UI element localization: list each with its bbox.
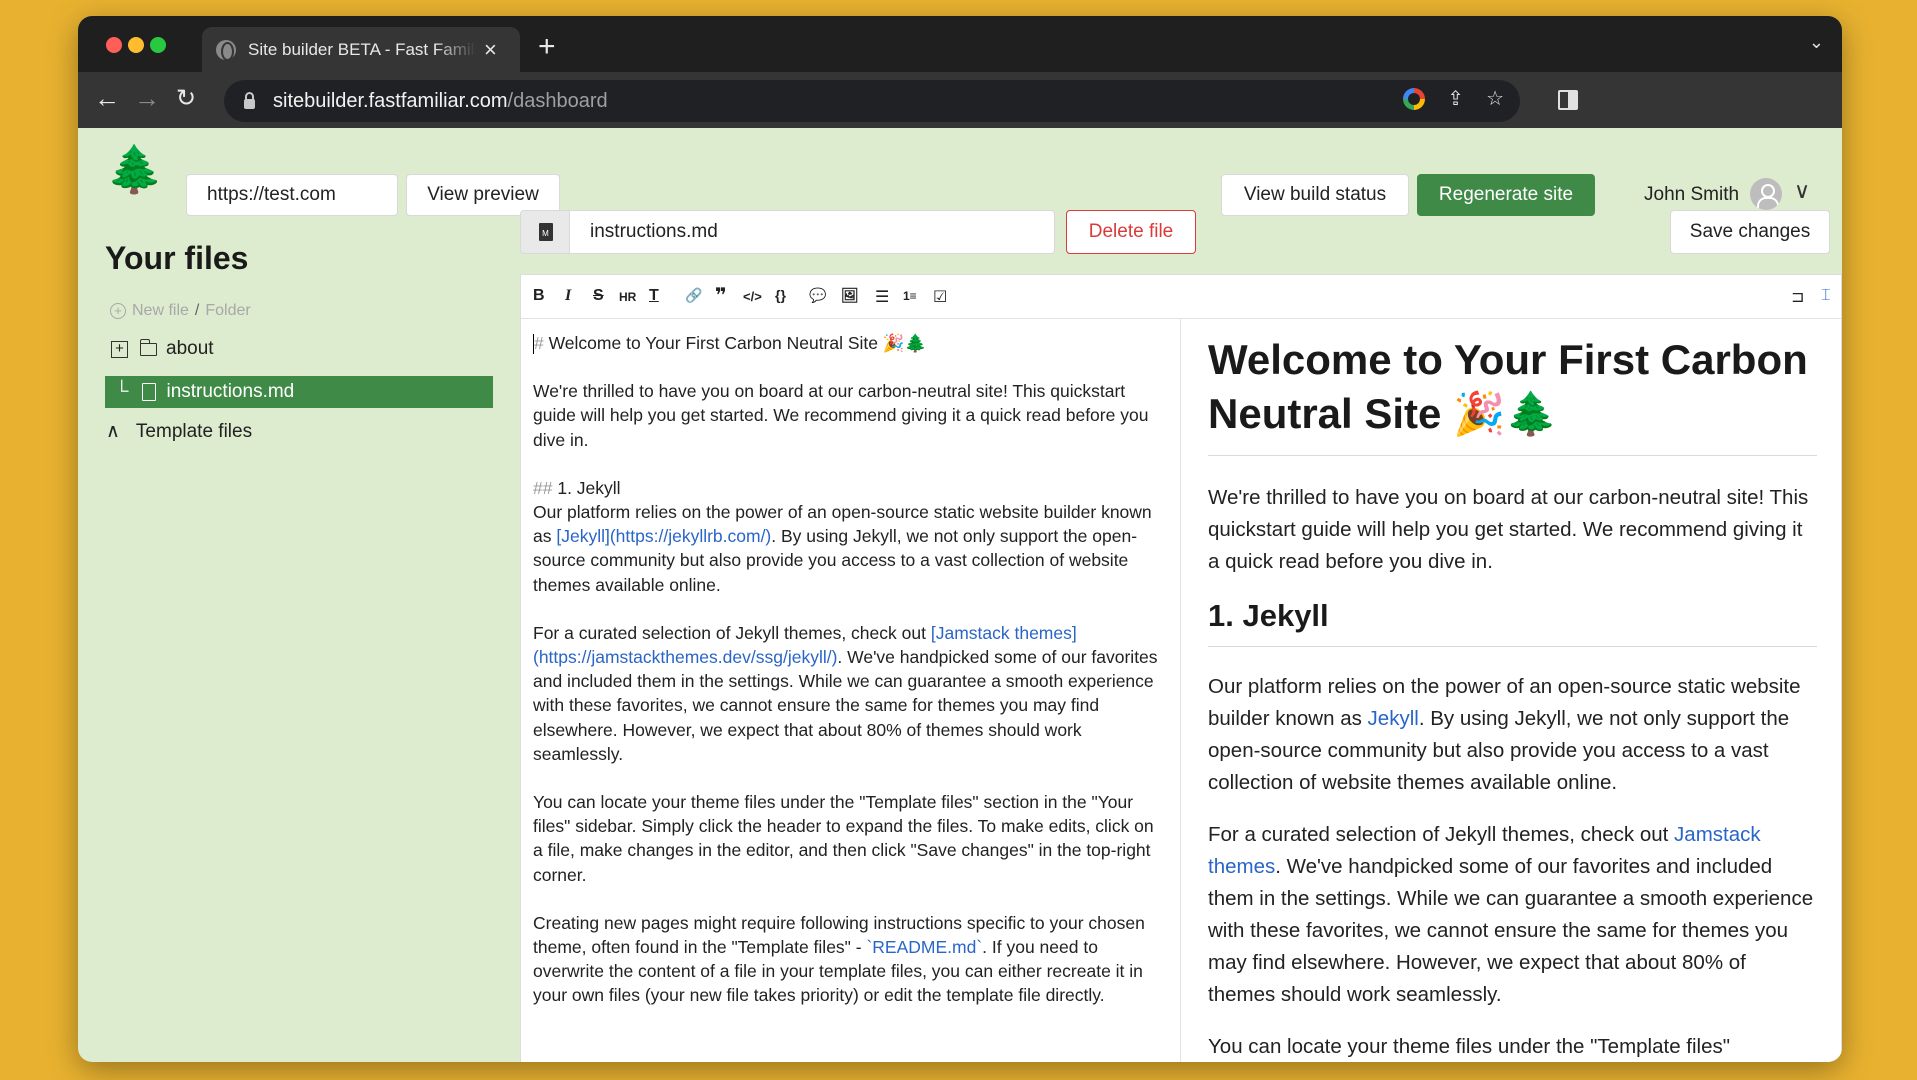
template-files-header[interactable]: ∧ Template files [106,420,252,443]
preview-text: For a curated selection of Jekyll themes… [1208,823,1669,846]
folder-icon [139,338,157,356]
bold-icon[interactable]: B [533,287,545,305]
markdown-file-icon: M [520,210,570,254]
tree-logo: 🌲 [106,143,164,195]
tree-branch-line: └ [115,381,129,402]
md-paragraph: Creating new pages might require followi… [533,911,1168,1008]
maximize-window-button[interactable] [150,37,166,53]
code-block-icon[interactable]: {} [775,287,786,303]
chevron-down-icon[interactable]: ∨ [1794,178,1810,204]
table-icon[interactable]: T [649,287,659,305]
view-build-status-button[interactable]: View build status [1221,174,1409,216]
preview-paragraph: Our platform relies on the power of an o… [1208,671,1817,799]
chevron-down-icon[interactable]: ⌄ [1809,32,1824,53]
lock-icon [244,91,255,109]
url-path: /dashboard [507,89,608,112]
expand-icon[interactable]: + [111,340,128,358]
horizontal-rule-icon[interactable]: HR [619,290,636,304]
site-url-field[interactable]: https://test.com [186,174,398,216]
avatar[interactable] [1750,178,1782,210]
side-panel-icon[interactable] [1558,90,1578,110]
new-file-link[interactable]: New file [132,302,189,320]
separator-slash: / [194,302,200,319]
url-host: sitebuilder.fastfamiliar.com [273,89,508,112]
chevron-up-icon: ∧ [106,421,120,442]
google-icon[interactable] [1403,88,1426,110]
task-list-icon[interactable]: ☑ [933,287,947,307]
editor-toolbar: B I S HR T 🔗 ❞ </> {} 💬 🖼 ☰ 1≡ ☑ ⊐ ⌶ ⊏ [521,275,1841,319]
md-heading-line: # Welcome to Your First Carbon Neutral S… [533,333,927,355]
preview-text: . We've handpicked some of our favorites… [1208,855,1814,1006]
md-paragraph: For a curated selection of Jekyll themes… [533,621,1168,766]
forward-arrow-icon[interactable]: → [134,85,160,111]
globe-icon [216,39,236,61]
share-icon[interactable]: ⇪ [1447,89,1464,109]
add-circle-icon: + [110,303,126,319]
preview-subheading: 1. Jekyll [1208,598,1817,647]
md-h2-mark: ## [533,477,553,498]
minimize-window-button[interactable] [128,37,144,53]
md-code: `README.md` [866,937,983,958]
tab-bar: Site builder BETA - Fast Familiar × + ⌄ [78,16,1842,72]
jekyll-link[interactable]: Jekyll [1368,707,1419,730]
quote-icon[interactable]: ❞ [715,283,727,308]
regenerate-site-button[interactable]: Regenerate site [1417,174,1595,216]
strikethrough-icon[interactable]: S [593,287,604,305]
close-tab-icon[interactable]: × [484,38,497,61]
preview-pane: Welcome to Your First Carbon Neutral Sit… [1182,319,1841,1062]
new-file-folder-row: + New file / Folder [110,302,251,320]
bookmark-star-icon[interactable]: ☆ [1486,89,1504,109]
markdown-editor: B I S HR T 🔗 ❞ </> {} 💬 🖼 ☰ 1≡ ☑ ⊐ ⌶ ⊏ [520,274,1842,1062]
new-folder-link[interactable]: Folder [205,302,250,320]
link-icon[interactable]: 🔗 [685,287,702,304]
browser-toolbar: ← → ↻ sitebuilder.fastfamiliar.com/dashb… [78,72,1842,128]
back-arrow-icon[interactable]: ← [94,85,120,111]
md-text: For a curated selection of Jekyll themes… [533,622,926,643]
sidebar-title: Your files [105,240,249,276]
file-icon [142,383,157,401]
site-builder-app: 🌲 https://test.com View preview View bui… [78,128,1842,1062]
tree-item-label: about [166,338,214,359]
md-link: [Jekyll](https://jekyllrb.com/) [556,526,772,547]
address-bar[interactable]: sitebuilder.fastfamiliar.com/dashboard ⇪… [224,80,1520,122]
md-paragraph: You can locate your theme files under th… [533,792,1154,885]
tab-title: Site builder BETA - Fast Familiar [248,39,476,59]
tree-item-label: instructions.md [166,381,295,402]
bullet-list-icon[interactable]: ☰ [875,287,889,307]
browser-window: Site builder BETA - Fast Familiar × + ⌄ … [78,16,1842,1062]
ordered-list-icon[interactable]: 1≡ [903,289,917,303]
code-icon[interactable]: </> [743,289,762,304]
filename-input[interactable]: instructions.md [569,210,1055,254]
preview-paragraph: For a curated selection of Jekyll themes… [1208,819,1817,1011]
preview-paragraph: We're thrilled to have you on board at o… [1208,486,1809,573]
md-paragraph: We're thrilled to have you on board at o… [533,381,1149,450]
close-window-button[interactable] [106,37,122,53]
tree-item-about[interactable]: + about [111,338,214,360]
comment-icon[interactable]: 💬 [809,287,826,304]
save-changes-button[interactable]: Save changes [1670,210,1830,254]
editor-only-view-icon[interactable]: ⊐ [1791,287,1804,307]
template-files-label: Template files [135,420,253,442]
delete-file-button[interactable]: Delete file [1066,210,1196,254]
tree-item-instructions-md[interactable]: └ instructions.md [105,376,493,408]
md-h2-text: 1. Jekyll [557,477,621,498]
split-view-icon[interactable]: ⌶ [1821,287,1831,305]
md-section: ## 1. Jekyll Our platform relies on the p… [533,476,1168,597]
italic-icon[interactable]: I [565,287,571,305]
md-heading-text: Welcome to Your First Carbon Neutral Sit… [548,333,927,353]
markdown-source-pane[interactable]: # Welcome to Your First Carbon Neutral S… [521,319,1181,1062]
browser-tab[interactable]: Site builder BETA - Fast Familiar × [202,27,520,72]
image-icon[interactable]: 🖼 [841,287,859,304]
new-tab-icon[interactable]: + [538,30,556,64]
user-name[interactable]: John Smith [1644,184,1739,206]
preview-paragraph: You can locate your theme files under th… [1208,1035,1731,1058]
reload-icon[interactable]: ↻ [176,87,196,111]
preview-heading: Welcome to Your First Carbon Neutral Sit… [1208,333,1817,456]
